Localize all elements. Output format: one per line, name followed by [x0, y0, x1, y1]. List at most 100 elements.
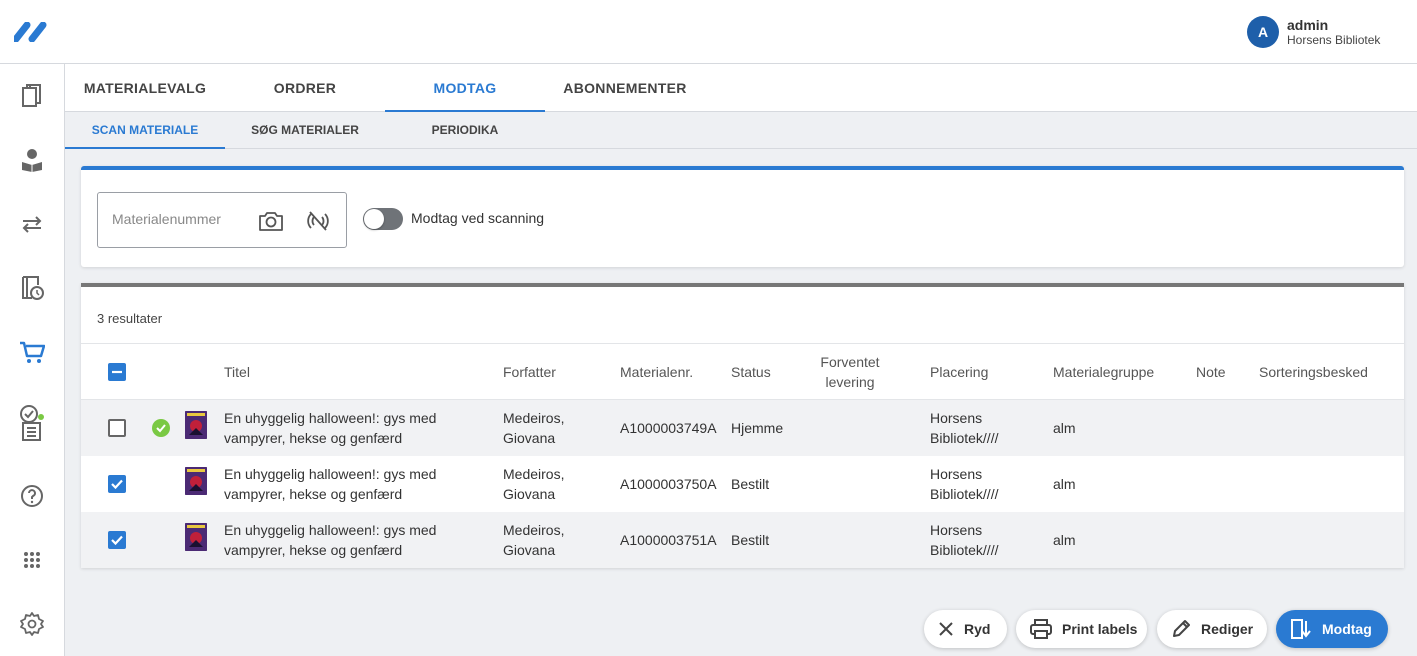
- col-expected-delivery-line1: Forventet: [820, 354, 880, 370]
- select-all-checkbox[interactable]: [108, 363, 126, 381]
- cart-icon[interactable]: [19, 339, 45, 365]
- row-material-number: A1000003749A: [620, 420, 717, 436]
- row-material-group: alm: [1053, 532, 1076, 548]
- row-title-line1: En uhyggelig halloween!: gys med: [224, 466, 437, 482]
- table-row[interactable]: En uhyggelig halloween!: gys med vampyre…: [81, 400, 1404, 456]
- material-number-field[interactable]: [97, 192, 347, 248]
- table-row[interactable]: En uhyggelig halloween!: gys med vampyre…: [81, 512, 1404, 568]
- camera-icon[interactable]: [258, 210, 284, 237]
- receive-button[interactable]: Modtag: [1276, 610, 1388, 648]
- help-icon[interactable]: [19, 483, 45, 509]
- row-title-line1: En uhyggelig halloween!: gys med: [224, 522, 437, 538]
- tab-modtag[interactable]: MODTAG: [385, 64, 545, 112]
- print-labels-button[interactable]: Print labels: [1016, 610, 1147, 648]
- scan-panel: Modtag ved scanning: [81, 166, 1404, 267]
- row-material-number: A1000003750A: [620, 476, 717, 492]
- nfc-off-icon[interactable]: [307, 210, 329, 237]
- row-title[interactable]: En uhyggelig halloween!: gys med vampyre…: [224, 408, 436, 448]
- col-sorting-message[interactable]: Sorteringsbesked: [1259, 362, 1368, 382]
- toggle-label: Modtag ved scanning: [411, 210, 545, 226]
- row-placement-line1: Horsens: [930, 466, 983, 482]
- col-expected-delivery[interactable]: Forventet levering: [810, 352, 890, 392]
- row-author-line1: Medeiros,: [503, 522, 565, 538]
- col-placement[interactable]: Placering: [930, 362, 988, 382]
- col-material-group[interactable]: Materialegruppe: [1053, 362, 1154, 382]
- checklist-icon[interactable]: [19, 405, 45, 441]
- user-name: admin: [1287, 17, 1329, 33]
- row-author: Medeiros, Giovana: [503, 464, 564, 504]
- pencil-icon: [1171, 619, 1191, 639]
- material-number-input[interactable]: [112, 211, 252, 227]
- scan-receive-toggle[interactable]: [363, 208, 403, 230]
- row-placement: Horsens Bibliotek////: [930, 464, 998, 504]
- table-row[interactable]: En uhyggelig halloween!: gys med vampyre…: [81, 456, 1404, 512]
- row-title-line2: vampyrer, hekse og genfærd: [224, 486, 403, 502]
- row-material-group: alm: [1053, 420, 1076, 436]
- row-placement-line2: Bibliotek////: [930, 542, 999, 558]
- tab-periodika[interactable]: PERIODIKA: [385, 112, 545, 149]
- app-logo[interactable]: [12, 21, 50, 47]
- avatar: A: [1247, 16, 1279, 48]
- row-placement: Horsens Bibliotek////: [930, 520, 998, 560]
- row-author-line1: Medeiros,: [503, 410, 565, 426]
- row-author-line1: Medeiros,: [503, 466, 565, 482]
- col-status[interactable]: Status: [731, 362, 771, 382]
- row-placement-line1: Horsens: [930, 522, 983, 538]
- col-title[interactable]: Titel: [224, 362, 250, 382]
- printer-icon: [1030, 619, 1052, 639]
- row-checkbox[interactable]: [108, 419, 126, 437]
- row-checkbox[interactable]: [108, 475, 126, 493]
- loan-history-icon[interactable]: [19, 275, 45, 301]
- row-author-line2: Giovana: [503, 542, 556, 558]
- tab-materialevalg[interactable]: MATERIALEVALG: [65, 64, 225, 112]
- tab-soeg-materialer[interactable]: SØG MATERIALER: [225, 112, 385, 149]
- close-icon: [938, 621, 954, 637]
- results-panel: 3 resultater Titel Forfatter Materialenr…: [81, 283, 1404, 568]
- received-check-icon: [152, 419, 170, 442]
- tab-abonnementer[interactable]: ABONNEMENTER: [545, 64, 705, 112]
- row-author-line2: Giovana: [503, 486, 556, 502]
- col-material-number[interactable]: Materialenr.: [620, 362, 693, 382]
- reader-icon[interactable]: [19, 147, 45, 173]
- row-placement-line2: Bibliotek////: [930, 486, 999, 502]
- row-title[interactable]: En uhyggelig halloween!: gys med vampyre…: [224, 520, 436, 560]
- row-status: Hjemme: [731, 420, 784, 436]
- print-labels-label: Print labels: [1062, 621, 1138, 637]
- transfer-icon[interactable]: [19, 211, 45, 237]
- row-status: Bestilt: [731, 532, 770, 548]
- row-author: Medeiros, Giovana: [503, 408, 564, 448]
- row-placement-line1: Horsens: [930, 410, 983, 426]
- col-author[interactable]: Forfatter: [503, 362, 556, 382]
- book-cover-image: [185, 523, 207, 551]
- col-expected-delivery-line2: levering: [825, 374, 875, 390]
- row-title-line2: vampyrer, hekse og genfærd: [224, 430, 403, 446]
- sidebar: [0, 64, 65, 656]
- row-author: Medeiros, Giovana: [503, 520, 564, 560]
- row-title[interactable]: En uhyggelig halloween!: gys med vampyre…: [224, 464, 436, 504]
- tab-ordrer[interactable]: ORDRER: [225, 64, 385, 112]
- row-material-number: A1000003751A: [620, 532, 717, 548]
- col-note[interactable]: Note: [1196, 362, 1226, 382]
- table-header: Titel Forfatter Materialenr. Status Forv…: [81, 343, 1404, 400]
- copies-icon[interactable]: [19, 83, 45, 109]
- apps-icon[interactable]: [19, 547, 45, 573]
- tab-scan-materiale[interactable]: SCAN MATERIALE: [65, 112, 225, 149]
- row-title-line2: vampyrer, hekse og genfærd: [224, 542, 403, 558]
- book-cover-image: [185, 467, 207, 495]
- main-tabs: MATERIALEVALG ORDRER MODTAG ABONNEMENTER: [65, 64, 1417, 112]
- row-author-line2: Giovana: [503, 430, 556, 446]
- row-checkbox[interactable]: [108, 531, 126, 549]
- row-material-group: alm: [1053, 476, 1076, 492]
- main-content: MATERIALEVALG ORDRER MODTAG ABONNEMENTER…: [65, 64, 1417, 656]
- row-title-line1: En uhyggelig halloween!: gys med: [224, 410, 437, 426]
- toggle-knob: [364, 209, 384, 229]
- top-bar: A admin Horsens Bibliotek: [0, 0, 1417, 64]
- clear-button[interactable]: Ryd: [924, 610, 1007, 648]
- book-cover-image: [185, 411, 207, 439]
- settings-icon[interactable]: [19, 611, 45, 637]
- user-menu[interactable]: A admin Horsens Bibliotek: [1247, 16, 1380, 48]
- sub-tabs: SCAN MATERIALE SØG MATERIALER PERIODIKA: [65, 112, 1417, 149]
- clear-button-label: Ryd: [964, 621, 991, 637]
- edit-button[interactable]: Rediger: [1157, 610, 1267, 648]
- user-library: Horsens Bibliotek: [1287, 33, 1381, 47]
